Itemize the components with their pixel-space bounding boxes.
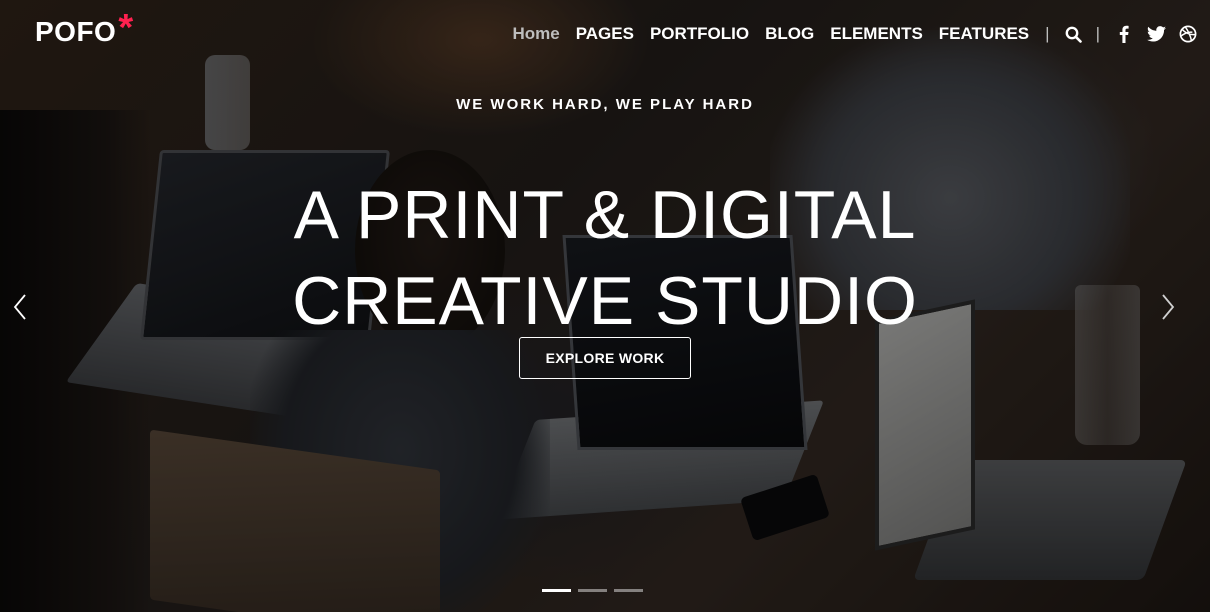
brand-logo[interactable]: POFO *: [35, 7, 134, 49]
search-icon[interactable]: [1064, 24, 1084, 44]
slider-pagination: [542, 589, 650, 592]
brand-asterisk-mark: *: [118, 7, 134, 49]
hero-title: A PRINT & DIGITAL CREATIVE STUDIO: [200, 172, 1010, 344]
nav-item-blog[interactable]: BLOG: [765, 24, 814, 44]
nav-item-features[interactable]: FEATURES: [939, 24, 1029, 44]
slider-dot-3[interactable]: [614, 589, 643, 592]
nav-item-elements[interactable]: ELEMENTS: [830, 24, 923, 44]
chevron-right-icon: [1162, 294, 1175, 320]
nav-item-pages[interactable]: PAGES: [576, 24, 634, 44]
twitter-icon[interactable]: [1146, 24, 1166, 44]
slider-dot-1[interactable]: [542, 589, 571, 592]
slider-prev-button[interactable]: [8, 290, 32, 324]
dribbble-icon[interactable]: [1178, 24, 1198, 44]
slider-next-button[interactable]: [1156, 290, 1180, 324]
hero-title-line-2: CREATIVE STUDIO: [292, 263, 918, 339]
nav-separator: |: [1045, 24, 1050, 43]
nav-item-portfolio[interactable]: PORTFOLIO: [650, 24, 749, 44]
hero-title-line-1: A PRINT & DIGITAL: [293, 177, 917, 253]
hero-tagline: WE WORK HARD, WE PLAY HARD: [456, 96, 754, 113]
brand-name: POFO: [35, 16, 117, 47]
nav-separator-icons: |: [1095, 24, 1100, 43]
nav-item-home[interactable]: Home: [512, 24, 559, 44]
explore-work-button[interactable]: EXPLORE WORK: [519, 337, 691, 379]
main-nav: Home PAGES PORTFOLIO BLOG ELEMENTS FEATU…: [512, 22, 1210, 46]
slider-dot-2[interactable]: [578, 589, 607, 592]
facebook-icon[interactable]: [1114, 24, 1134, 44]
chevron-left-icon: [13, 294, 26, 320]
site-header: POFO * Home PAGES PORTFOLIO BLOG ELEMENT…: [0, 0, 1210, 66]
